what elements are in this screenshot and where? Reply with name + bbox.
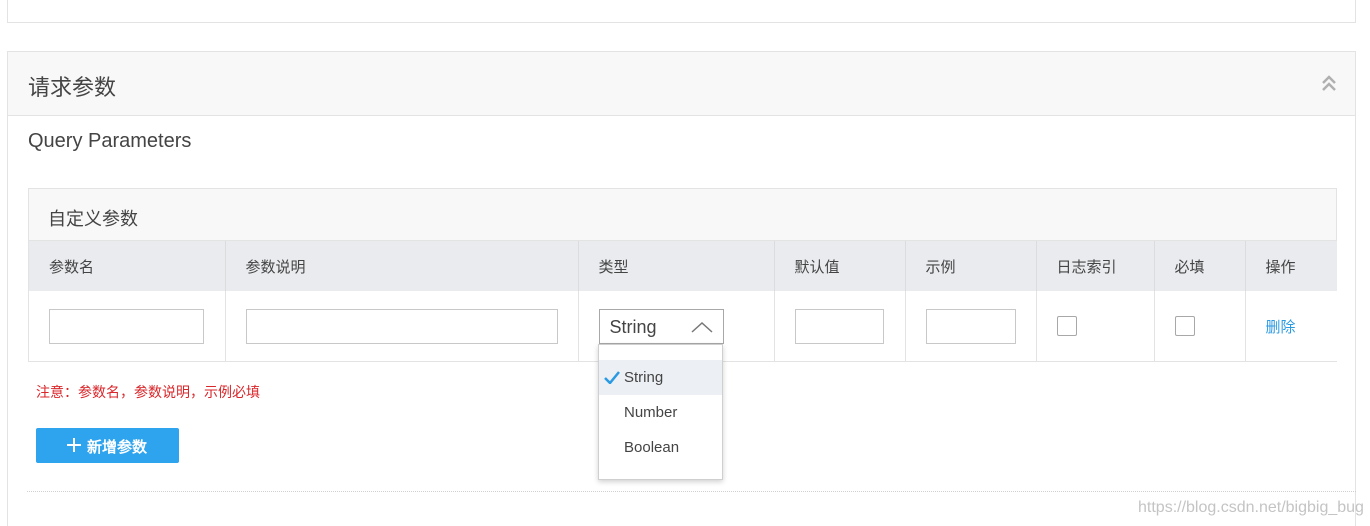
type-option-string[interactable]: String	[599, 360, 722, 395]
double-chevron-up-icon[interactable]	[1321, 74, 1337, 94]
custom-params-box: 自定义参数 参数名 参数说明 类型 默认值 示例 日志索引 必填 操作 Stri…	[28, 188, 1337, 362]
type-select-value: String	[609, 316, 657, 337]
col-header-example: 示例	[905, 241, 1037, 291]
col-header-default: 默认值	[774, 241, 906, 291]
table-header-row: 参数名 参数说明 类型 默认值 示例 日志索引 必填 操作	[29, 241, 1337, 291]
params-table: 参数名 参数说明 类型 默认值 示例 日志索引 必填 操作 String 删除	[29, 241, 1337, 361]
default-value-input[interactable]	[794, 308, 884, 344]
divider	[27, 491, 1356, 492]
col-header-required: 必填	[1154, 241, 1246, 291]
type-option-label: Number	[624, 404, 678, 421]
col-header-param-desc: 参数说明	[225, 241, 579, 291]
required-note: 注意：参数名，参数说明，示例必填	[36, 385, 260, 401]
add-param-button[interactable]: 新增参数	[36, 428, 179, 463]
col-header-action: 操作	[1245, 241, 1337, 291]
type-select[interactable]: String	[598, 308, 724, 344]
panel-title: 请求参数	[28, 76, 117, 101]
plus-icon	[67, 438, 81, 452]
example-input[interactable]	[925, 308, 1016, 344]
col-header-param-name: 参数名	[29, 241, 226, 291]
previous-panel	[7, 0, 1356, 23]
type-dropdown-menu: String Number Boolean	[598, 344, 723, 480]
add-param-label: 新增参数	[87, 438, 148, 456]
col-header-log-index: 日志索引	[1036, 241, 1155, 291]
type-option-boolean[interactable]: Boolean	[599, 430, 722, 465]
type-option-number[interactable]: Number	[599, 395, 722, 430]
section-title: Query Parameters	[28, 130, 192, 152]
required-checkbox[interactable]	[1174, 316, 1195, 336]
type-option-label: String	[624, 369, 664, 386]
custom-params-title: 自定义参数	[48, 209, 138, 230]
custom-params-header: 自定义参数	[29, 189, 1336, 241]
panel-header: 请求参数	[8, 52, 1355, 116]
watermark: https://blog.csdn.net/bigbig_bug	[1138, 499, 1364, 516]
param-desc-input[interactable]	[245, 308, 558, 344]
chevron-up-icon	[690, 321, 713, 333]
log-index-checkbox[interactable]	[1056, 316, 1077, 336]
type-option-label: Boolean	[624, 439, 680, 456]
param-name-input[interactable]	[49, 308, 204, 344]
col-header-type: 类型	[578, 241, 775, 291]
delete-link[interactable]: 删除	[1266, 318, 1296, 336]
check-icon	[604, 371, 620, 384]
